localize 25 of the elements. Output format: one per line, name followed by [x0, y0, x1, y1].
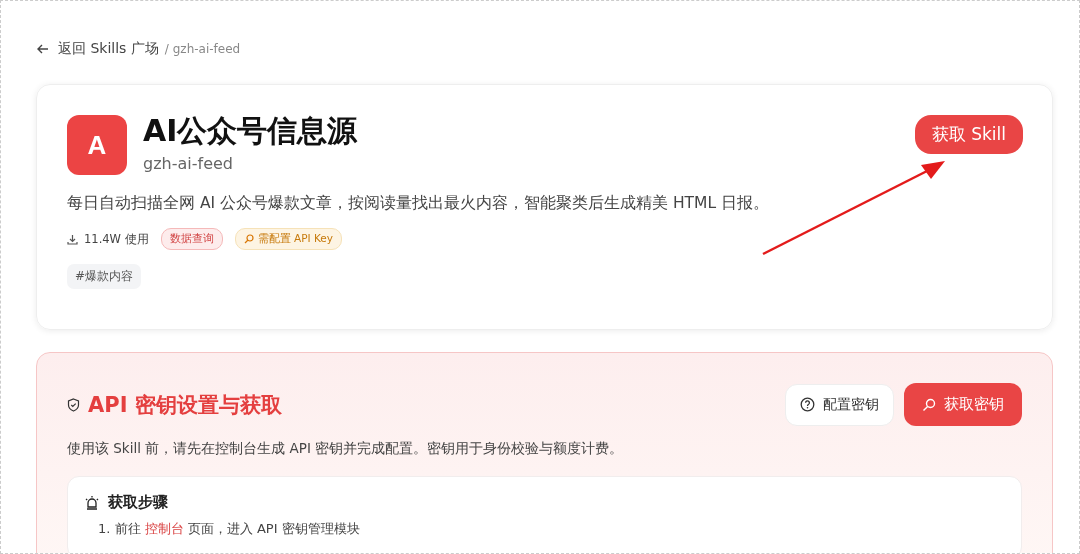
search-icon [922, 397, 936, 412]
usage-count: 11.4W 使用 [84, 231, 149, 247]
skill-title: AI公众号信息源 [143, 112, 359, 150]
api-section-description: 使用该 Skill 前，请先在控制台生成 API 密钥并完成配置。密钥用于身份校验与额度计费。 [67, 440, 625, 458]
help-icon [800, 397, 815, 412]
alarm-icon [84, 494, 100, 511]
skill-description: 每日自动扫描全网 AI 公众号爆款文章，按阅读量找出最火内容，智能聚类后生成精美 HTML 日报。 [67, 193, 770, 214]
configure-key-button[interactable]: 配置密钥 [785, 383, 894, 426]
download-icon [67, 233, 78, 245]
breadcrumb-current: / gzh-ai-feed [164, 42, 241, 56]
steps-title: 获取步骤 [108, 493, 168, 512]
back-link[interactable]: 返回 Skills 广场 [36, 40, 159, 58]
get-skill-button[interactable]: 获取 Skill [914, 115, 1023, 154]
badge-label: 需配置 API Key [257, 232, 333, 246]
tag[interactable]: #爆款内容 [67, 264, 142, 289]
skill-slug: gzh-ai-feed [143, 154, 234, 173]
console-link[interactable]: 控制台 [144, 521, 184, 536]
skill-avatar: A [67, 115, 127, 175]
api-section-title: API 密钥设置与获取 [88, 391, 282, 419]
search-icon [243, 234, 254, 244]
shield-icon [67, 397, 80, 412]
back-arrow-icon [36, 42, 50, 56]
get-key-button[interactable]: 获取密钥 [904, 383, 1022, 426]
category-badge: 数据查询 [160, 228, 223, 250]
step-text: 1. 前往 控制台 页面，进入 API 密钥管理模块 [98, 520, 361, 538]
